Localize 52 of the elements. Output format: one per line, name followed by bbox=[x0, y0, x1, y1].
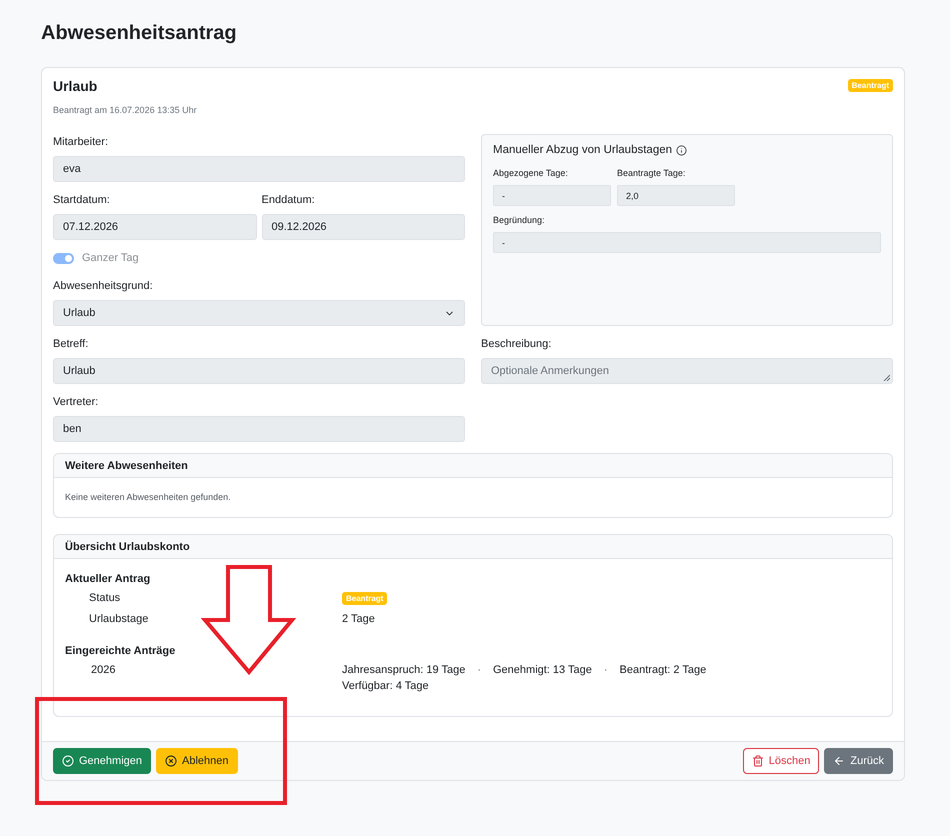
requested-days-field[interactable]: 2,0 bbox=[617, 185, 735, 206]
submitted-date-text: Beantragt am 16.07.2026 13:35 Uhr bbox=[53, 104, 198, 116]
info-icon[interactable] bbox=[676, 144, 688, 156]
row-value: 2 Tage bbox=[342, 612, 375, 627]
employee-field[interactable]: eva bbox=[53, 156, 465, 182]
reject-button[interactable]: Ablehnen bbox=[156, 748, 238, 774]
stat-text: Genehmigt: 13 Tage bbox=[493, 663, 592, 678]
field-label: Abwesenheitsgrund: bbox=[53, 279, 154, 294]
row-label: Status bbox=[88, 591, 120, 606]
deducted-days-field[interactable]: - bbox=[493, 185, 611, 206]
stat-text: Verfügbar: 4 Tage bbox=[342, 679, 429, 694]
empty-message: Keine weiteren Abwesenheiten gefunden. bbox=[64, 491, 232, 504]
field-label: Abgezogene Tage: bbox=[493, 167, 569, 179]
start-date-field[interactable]: 07.12.2026 bbox=[53, 214, 256, 240]
field-label: Betreff: bbox=[53, 337, 90, 352]
group-heading: Aktueller Antrag bbox=[65, 572, 152, 587]
request-title: Urlaub bbox=[53, 77, 98, 96]
field-label: Beantragte Tage: bbox=[617, 167, 686, 179]
status-badge: Beantragt bbox=[848, 79, 893, 92]
description-field[interactable]: Optionale Anmerkungen bbox=[481, 358, 893, 384]
field-label: Begründung: bbox=[493, 214, 546, 226]
back-button[interactable]: Zurück bbox=[824, 748, 893, 774]
field-label: Enddatum: bbox=[262, 193, 316, 208]
field-label: Vertreter: bbox=[53, 395, 100, 410]
justification-field[interactable]: - bbox=[493, 232, 881, 253]
row-label: Urlaubstage bbox=[88, 612, 148, 627]
end-date-field[interactable]: 09.12.2026 bbox=[262, 214, 465, 240]
field-label: Mitarbeiter: bbox=[53, 135, 110, 150]
approve-button[interactable]: Genehmigen bbox=[53, 748, 151, 774]
stat-text: Jahresanspruch: 19 Tage bbox=[342, 663, 466, 678]
field-label: Startdatum: bbox=[53, 193, 111, 208]
year-label: 2026 bbox=[90, 663, 116, 678]
trash-icon bbox=[752, 755, 764, 767]
panel-title: Manueller Abzug von Urlaubstagen bbox=[493, 143, 672, 158]
page-title: Abwesenheitsantrag bbox=[41, 21, 237, 45]
separator: · bbox=[604, 663, 608, 678]
reason-select[interactable]: Urlaub bbox=[53, 300, 465, 326]
stat-text: Beantragt: 2 Tage bbox=[620, 663, 706, 678]
toggle-label: Ganzer Tag bbox=[82, 252, 139, 264]
section-title: Weitere Abwesenheiten bbox=[65, 460, 188, 472]
separator: · bbox=[477, 663, 481, 678]
section-title: Übersicht Urlaubskonto bbox=[65, 540, 190, 552]
check-circle-icon bbox=[62, 755, 74, 767]
x-circle-icon bbox=[165, 755, 177, 767]
group-heading: Eingereichte Anträge bbox=[65, 644, 176, 659]
status-badge: Beantragt bbox=[342, 592, 388, 605]
arrow-left-icon bbox=[833, 755, 846, 767]
substitute-field[interactable]: ben bbox=[53, 416, 465, 442]
delete-button[interactable]: Löschen bbox=[742, 748, 820, 774]
subject-field[interactable]: Urlaub bbox=[53, 358, 465, 384]
field-label: Beschreibung: bbox=[481, 337, 552, 352]
resize-handle-icon[interactable] bbox=[883, 374, 890, 381]
